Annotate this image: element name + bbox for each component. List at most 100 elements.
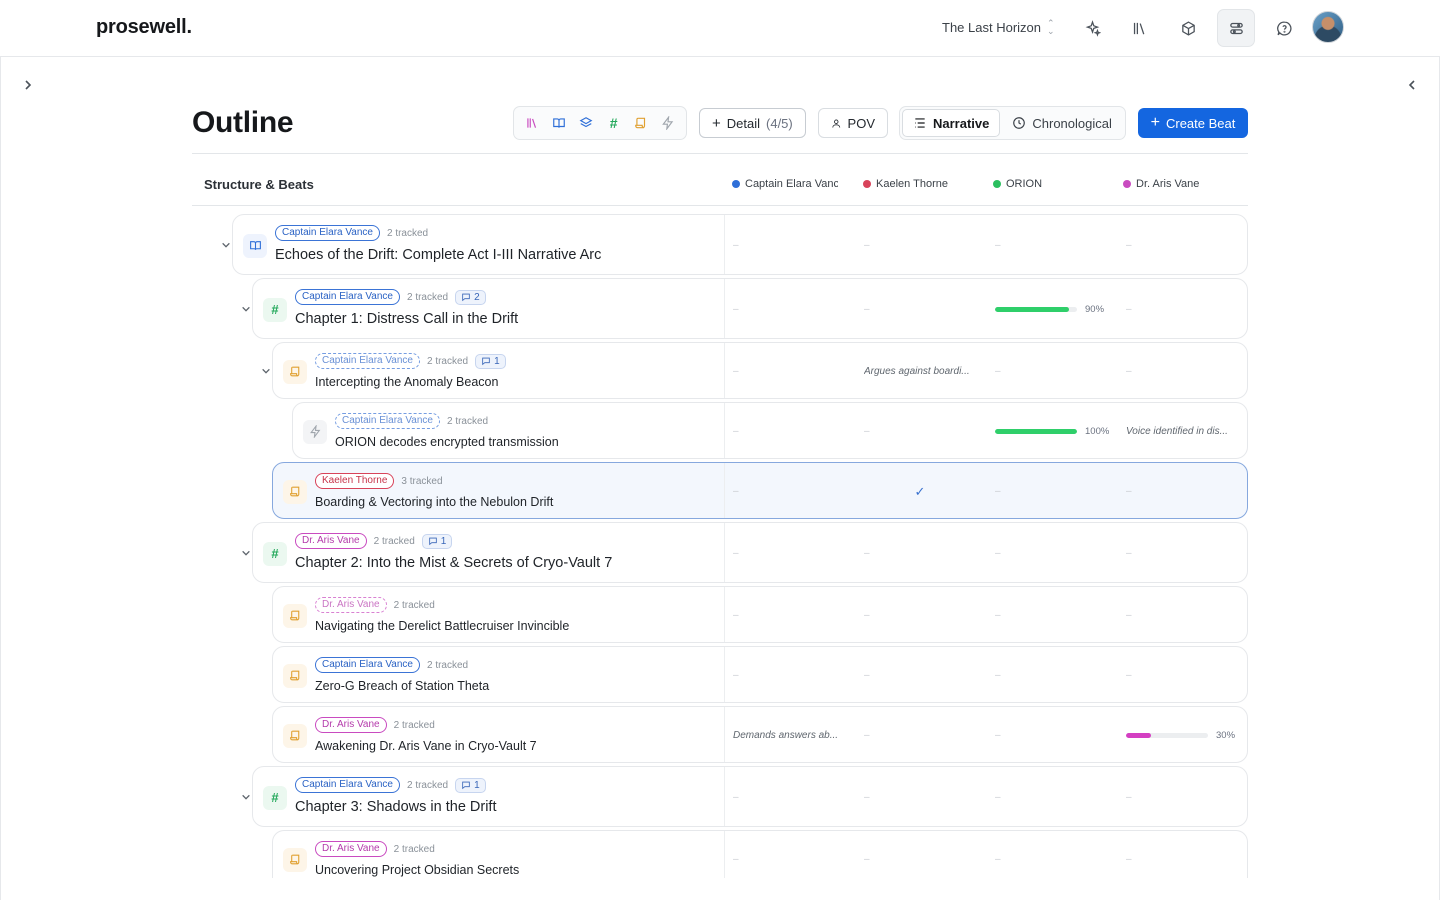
character-cell[interactable]: Demands answers ab... [733, 707, 851, 764]
character-cell[interactable]: – [864, 767, 982, 828]
character-cell[interactable]: – [864, 707, 982, 764]
app-logo[interactable]: prosewell. [96, 16, 192, 39]
scene-row[interactable]: Dr. Aris Vane 2 tracked Navigating the Der… [272, 586, 1248, 643]
zap-icon[interactable] [655, 109, 682, 137]
box-icon[interactable] [1169, 9, 1207, 47]
character-cell[interactable]: – [995, 343, 1113, 400]
character-cell[interactable]: – [995, 767, 1113, 828]
character-cell[interactable]: – [864, 215, 982, 276]
narrative-view-option[interactable]: Narrative [902, 109, 1001, 137]
chevron-down-icon[interactable] [239, 302, 253, 316]
chevron-down-icon[interactable] [239, 546, 253, 560]
character-column-header[interactable]: ORION [993, 178, 1099, 190]
pov-character-pill[interactable]: Kaelen Thorne [315, 473, 395, 489]
character-cell[interactable]: Argues against boardi... [864, 343, 982, 400]
character-cell[interactable]: – [1126, 523, 1244, 584]
character-cell[interactable]: – [1126, 343, 1244, 400]
scene-row[interactable]: Captain Elara Vance 2 tracked Zero-G Breac… [272, 646, 1248, 703]
character-cell[interactable]: – [995, 647, 1113, 704]
character-cell[interactable]: – [864, 647, 982, 704]
character-cell[interactable]: – [995, 463, 1113, 520]
pov-character-pill[interactable]: Captain Elara Vance [295, 289, 400, 305]
character-cell[interactable]: – [1126, 831, 1244, 888]
character-cell[interactable]: – [733, 403, 851, 460]
library-icon[interactable] [1120, 9, 1158, 47]
scene-row[interactable]: Kaelen Thorne 3 tracked Boarding & Vectori… [272, 462, 1248, 519]
character-cell[interactable]: – [733, 215, 851, 276]
library-filter-icon[interactable] [518, 109, 545, 137]
character-cell[interactable]: – [864, 523, 982, 584]
character-cell[interactable]: – [864, 831, 982, 888]
layers-icon[interactable] [573, 109, 600, 137]
character-cell[interactable]: – [733, 587, 851, 644]
character-column-header[interactable]: Kaelen Thorne [863, 178, 969, 190]
pov-character-pill[interactable]: Captain Elara Vance [295, 777, 400, 793]
expand-left-panel-icon[interactable] [19, 76, 37, 94]
character-cell[interactable]: – [995, 523, 1113, 584]
character-cell[interactable]: – [1126, 587, 1244, 644]
pov-character-pill[interactable]: Dr. Aris Vane [315, 597, 387, 613]
scene-row[interactable]: Dr. Aris Vane 2 tracked Awakening Dr. Aris… [272, 706, 1248, 763]
character-cell[interactable]: – [733, 463, 851, 520]
character-cell[interactable]: – [1126, 767, 1244, 828]
character-cell[interactable]: – [995, 707, 1113, 764]
pov-character-pill[interactable]: Dr. Aris Vane [315, 717, 387, 733]
help-icon[interactable] [1265, 9, 1303, 47]
character-cell[interactable]: – [864, 279, 982, 340]
character-cell[interactable]: 30% [1126, 707, 1244, 764]
pov-character-pill[interactable]: Dr. Aris Vane [295, 533, 367, 549]
character-column-header[interactable]: Dr. Aris Vane [1123, 178, 1229, 190]
chevron-down-icon[interactable] [239, 790, 253, 804]
chapter-row[interactable]: # Dr. Aris Vane 2 tracked 1 Chapter 2: Into … [252, 522, 1248, 583]
character-cell[interactable]: 90% [995, 279, 1113, 340]
pov-character-pill[interactable]: Captain Elara Vance [335, 413, 440, 429]
expand-right-panel-icon[interactable] [1403, 76, 1421, 94]
character-column-header[interactable]: Captain Elara Vanc [732, 178, 838, 190]
character-cell[interactable]: – [733, 831, 851, 888]
character-cell[interactable]: – [864, 587, 982, 644]
chapter-row[interactable]: # Captain Elara Vance 2 tracked 1 Chapter 3:… [252, 766, 1248, 827]
pov-character-pill[interactable]: Dr. Aris Vane [315, 841, 387, 857]
character-cell[interactable]: – [733, 523, 851, 584]
pov-character-pill[interactable]: Captain Elara Vance [275, 225, 380, 241]
pov-character-pill[interactable]: Captain Elara Vance [315, 657, 420, 673]
scene-row[interactable]: Captain Elara Vance 2 tracked 1 Interceptin… [272, 342, 1248, 399]
character-cell[interactable]: – [1126, 463, 1244, 520]
character-cell[interactable]: – [1126, 215, 1244, 276]
comment-count-badge[interactable]: 2 [455, 289, 486, 305]
character-cell[interactable]: – [733, 279, 851, 340]
detail-level-button[interactable]: + Detail (4/5) [699, 108, 806, 138]
hash-icon[interactable]: # [600, 109, 627, 137]
character-cell[interactable]: – [733, 343, 851, 400]
character-cell[interactable]: – [733, 767, 851, 828]
character-cell[interactable]: – [1126, 647, 1244, 704]
scroll-icon[interactable] [627, 109, 654, 137]
character-cell[interactable]: 100% [995, 403, 1113, 460]
character-cell[interactable]: – [995, 587, 1113, 644]
character-cell[interactable]: – [1126, 279, 1244, 340]
pov-button[interactable]: POV [818, 108, 888, 138]
character-cell[interactable]: ✓ [864, 463, 976, 520]
sparkles-icon[interactable] [1073, 9, 1111, 47]
chapter-row[interactable]: # Captain Elara Vance 2 tracked 2 Chapter 1:… [252, 278, 1248, 339]
comment-count-badge[interactable]: 1 [475, 353, 506, 369]
comment-count-badge[interactable]: 1 [455, 777, 486, 793]
chevron-down-icon[interactable] [259, 364, 273, 378]
chronological-view-option[interactable]: Chronological [1002, 109, 1122, 137]
character-cell[interactable]: – [995, 831, 1113, 888]
scene-row[interactable]: Dr. Aris Vane 2 tracked Uncovering Project… [272, 830, 1248, 878]
beat-row[interactable]: Captain Elara Vance 2 tracked ORION decode… [292, 402, 1248, 459]
chevron-down-icon[interactable] [219, 238, 233, 252]
settings-sliders-icon[interactable] [1217, 9, 1255, 47]
character-cell[interactable]: – [733, 647, 851, 704]
user-avatar[interactable] [1312, 11, 1344, 43]
character-cell[interactable]: – [995, 215, 1113, 276]
comment-count-badge[interactable]: 1 [421, 533, 453, 549]
book-open-icon[interactable] [545, 109, 572, 137]
character-cell[interactable]: – [864, 403, 982, 460]
project-selector[interactable]: The Last Horizon ⌃ ⌄ [942, 19, 1055, 36]
create-beat-button[interactable]: + Create Beat [1138, 108, 1248, 138]
pov-character-pill[interactable]: Captain Elara Vance [315, 353, 420, 369]
character-cell[interactable]: Voice identified in dis... [1126, 403, 1244, 460]
act-row[interactable]: Captain Elara Vance 2 tracked Echoes of th… [232, 214, 1248, 275]
